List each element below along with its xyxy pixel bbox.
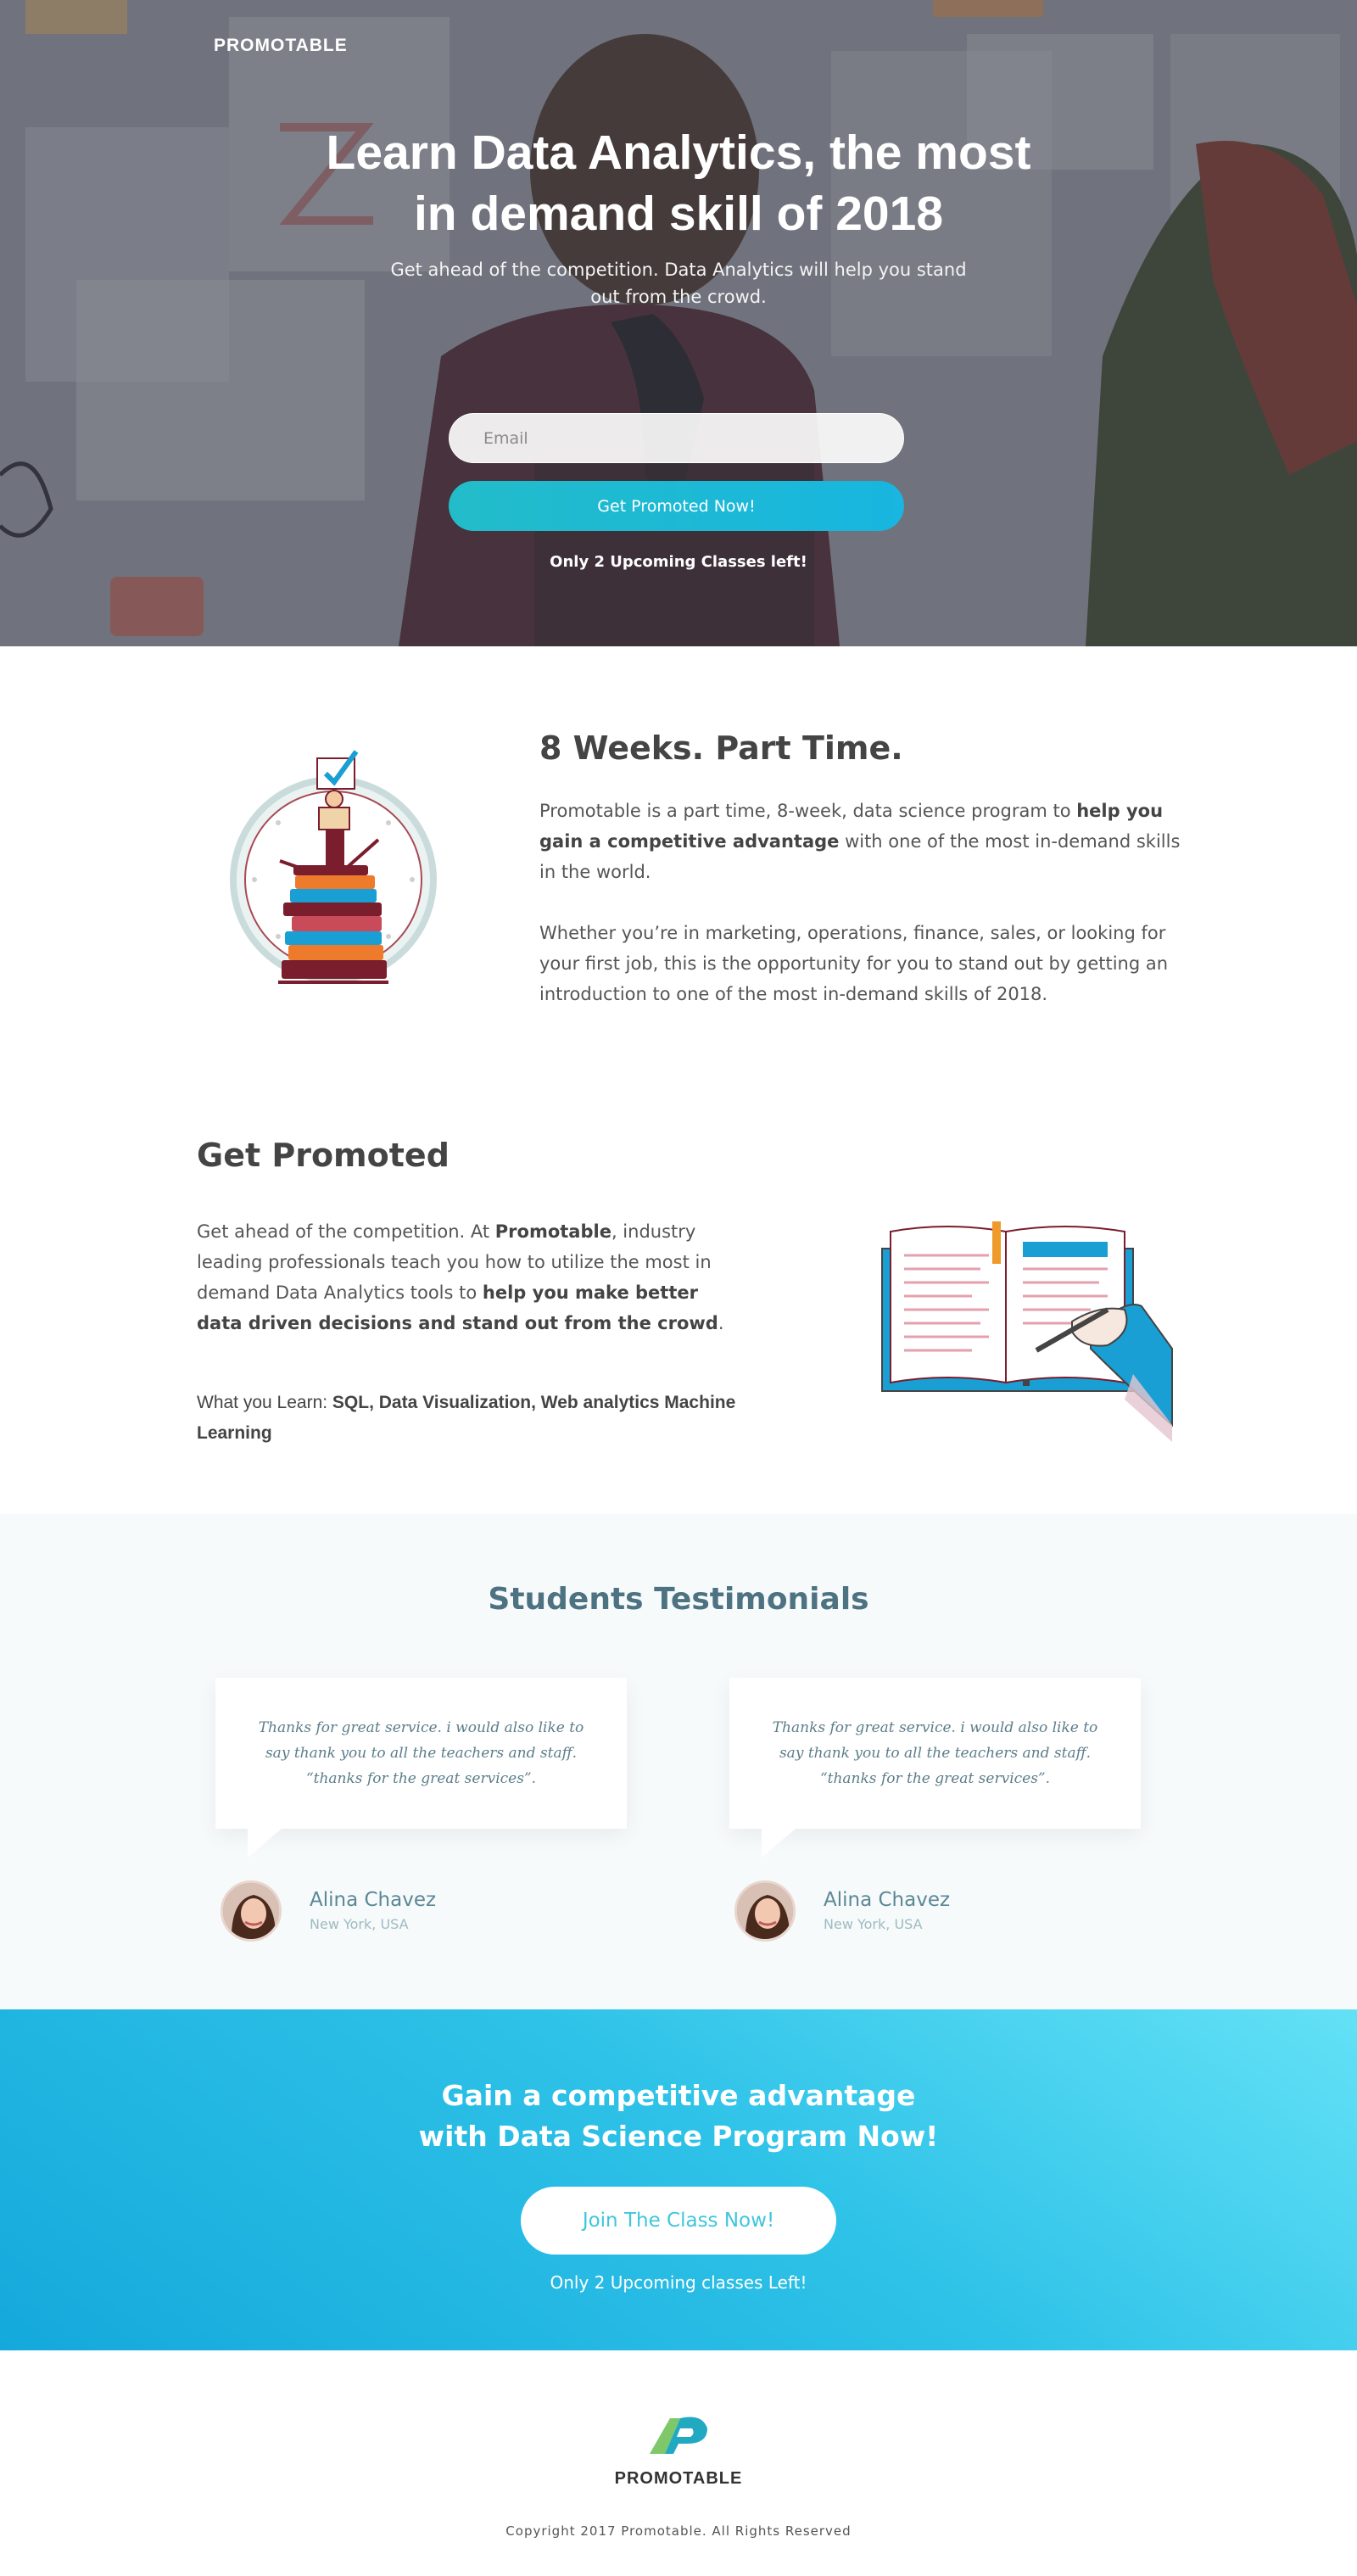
testimonial-author-name: Alina Chavez: [310, 1889, 437, 1911]
footer: PROMOTABLE Copyright 2017 Promotable. Al…: [0, 2350, 1357, 2576]
hero-subtitle-line1: Get ahead of the competition. Data Analy…: [390, 260, 967, 280]
footer-copyright: Copyright 2017 Promotable. All Rights Re…: [505, 2523, 852, 2539]
promoted-text-end: .: [718, 1313, 724, 1333]
testimonial-card: Thanks for great service. i would also l…: [729, 1678, 1141, 1858]
testimonial-author-location: New York, USA: [824, 1916, 923, 1932]
weeks-p1-text: Promotable is a part time, 8-week, data …: [539, 801, 1077, 821]
weeks-paragraph-2: Whether you’re in marketing, operations,…: [539, 923, 1169, 1004]
hero-section: PROMOTABLE Learn Data Analytics, the mos…: [0, 0, 1357, 646]
avatar-photo-icon: [737, 1883, 793, 1939]
get-promoted-button[interactable]: Get Promoted Now!: [449, 481, 904, 531]
classes-left-note: Only 2 Upcoming Classes left!: [550, 553, 807, 571]
weeks-title: 8 Weeks. Part Time.: [539, 729, 903, 767]
avatar-photo-icon: [223, 1883, 279, 1939]
testimonial-author-location: New York, USA: [310, 1916, 409, 1932]
promoted-title: Get Promoted: [197, 1137, 450, 1174]
cta-classes-left-note: Only 2 Upcoming classes Left!: [550, 2272, 807, 2293]
testimonial-quote: Thanks for great service. i would also l…: [772, 1719, 1098, 1787]
hero-title-line1: Learn Data Analytics, the most: [326, 126, 1031, 180]
join-class-button[interactable]: Join The Class Now!: [521, 2187, 836, 2255]
weeks-paragraph-1: Promotable is a part time, 8-week, data …: [539, 796, 1184, 887]
what-you-learn: What you Learn: SQL, Data Visualization,…: [197, 1388, 773, 1449]
hero-title-line2: in demand skill of 2018: [413, 187, 944, 241]
promoted-brand: Promotable: [494, 1221, 611, 1242]
cta-section: Gain a competitive advantage with Data S…: [0, 2009, 1357, 2350]
brand-logo-text[interactable]: PROMOTABLE: [214, 36, 348, 56]
avatar: [734, 1880, 796, 1942]
promoted-paragraph: Get ahead of the competition. At Promota…: [197, 1216, 748, 1338]
testimonials-title: Students Testimonials: [488, 1582, 869, 1617]
clock-books-illustration: [230, 750, 437, 984]
footer-brand-name: PROMOTABLE: [614, 2469, 743, 2488]
testimonials-section: Students Testimonials Thanks for great s…: [0, 1514, 1357, 2009]
what-you-learn-label: What you Learn:: [197, 1393, 332, 1412]
email-input[interactable]: [449, 413, 904, 463]
hero-overlay: [0, 0, 1357, 646]
hero-subtitle-line2: out from the crowd.: [590, 287, 767, 307]
promoted-text-1: Get ahead of the competition. At: [197, 1221, 495, 1242]
testimonial-quote: Thanks for great service. i would also l…: [258, 1719, 584, 1787]
hero-title: Learn Data Analytics, the most in demand…: [212, 122, 1145, 244]
testimonial-card: Thanks for great service. i would also l…: [215, 1678, 627, 1858]
cta-title-line2: with Data Science Program Now!: [418, 2120, 939, 2153]
hero-subtitle: Get ahead of the competition. Data Analy…: [373, 256, 984, 310]
cta-title: Gain a competitive advantage with Data S…: [0, 2076, 1357, 2157]
book-writing-illustration: [881, 1221, 1173, 1442]
promotable-logo-icon[interactable]: [646, 2410, 711, 2457]
testimonial-author-name: Alina Chavez: [824, 1889, 951, 1911]
avatar: [221, 1880, 282, 1942]
cta-title-line1: Gain a competitive advantage: [441, 2079, 916, 2112]
